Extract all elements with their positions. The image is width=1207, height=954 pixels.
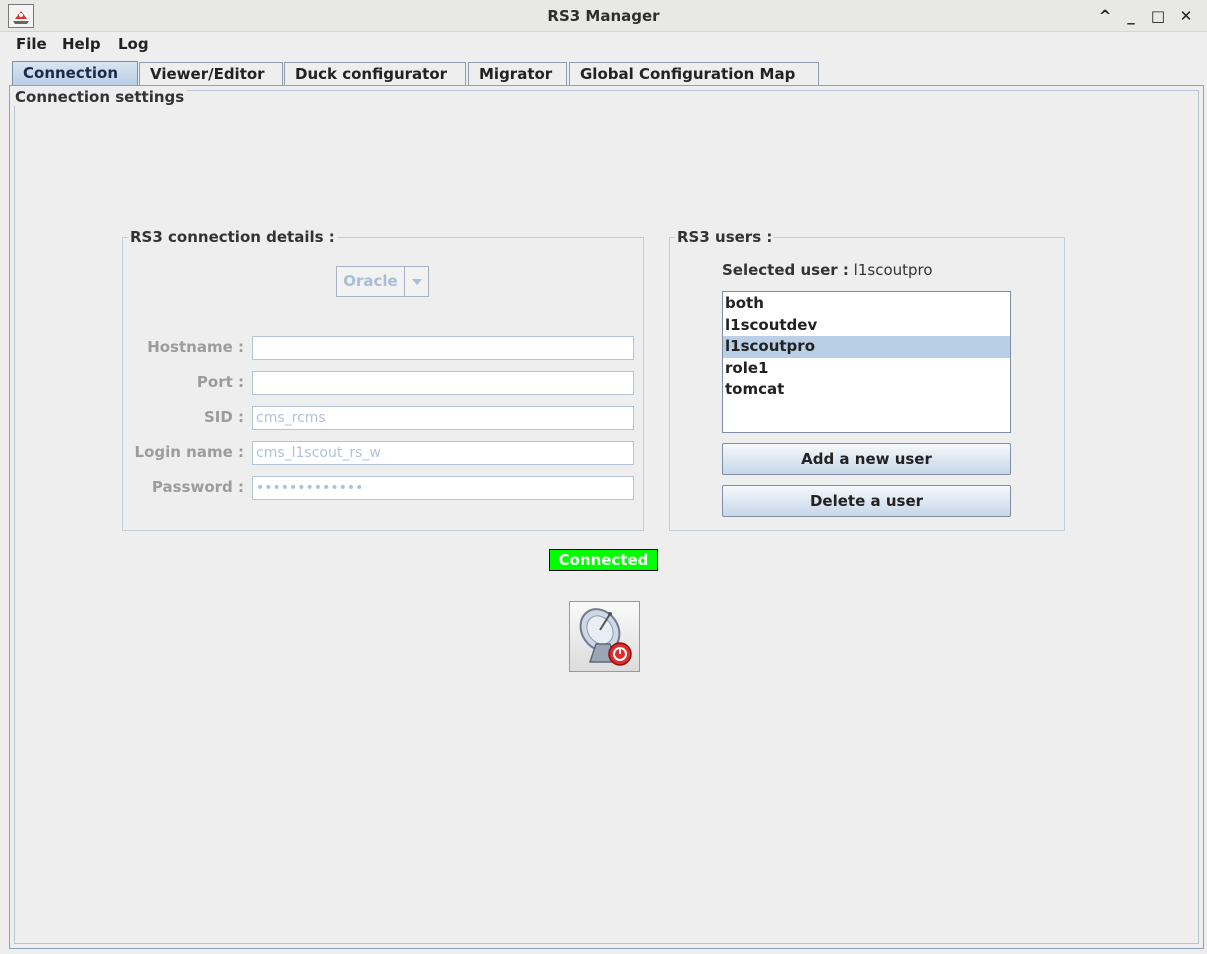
title-bar: RS3 Manager ^ _ □ ✕ <box>0 0 1207 32</box>
tab-duck-configurator[interactable]: Duck configurator <box>284 62 466 86</box>
chevron-down-icon[interactable] <box>406 267 428 296</box>
menu-bar: File Help Log <box>0 33 1207 57</box>
delete-user-button[interactable]: Delete a user <box>722 485 1011 517</box>
db-type-combo[interactable]: Oracle <box>336 266 429 297</box>
list-item[interactable]: role1 <box>723 358 1010 380</box>
list-item[interactable]: tomcat <box>723 379 1010 401</box>
window-shade-button[interactable]: ^ <box>1094 5 1116 27</box>
password-label: Password : <box>151 478 244 496</box>
port-label: Port : <box>196 373 244 391</box>
tab-global-configuration-map[interactable]: Global Configuration Map <box>569 62 819 86</box>
selected-user-value: l1scoutpro <box>853 261 933 279</box>
tab-strip: Connection Viewer/Editor Duck configurat… <box>0 61 1207 87</box>
connection-details-title: RS3 connection details : <box>128 228 337 246</box>
add-user-button[interactable]: Add a new user <box>722 443 1011 475</box>
selected-user-label: Selected user : <box>722 261 849 279</box>
menu-help[interactable]: Help <box>62 35 101 53</box>
list-item[interactable]: both <box>723 293 1010 315</box>
hostname-input[interactable] <box>252 336 634 360</box>
menu-file[interactable]: File <box>16 35 47 53</box>
window-minimize-button[interactable]: _ <box>1120 5 1142 27</box>
window-title: RS3 Manager <box>547 7 660 25</box>
tab-viewer-editor[interactable]: Viewer/Editor <box>139 62 283 86</box>
selected-user-row: Selected user : l1scoutpro <box>722 261 933 279</box>
db-type-value: Oracle <box>337 267 405 296</box>
sid-label: SID : <box>203 408 244 426</box>
tab-migrator[interactable]: Migrator <box>468 62 567 86</box>
menu-log[interactable]: Log <box>118 35 149 53</box>
list-item[interactable]: l1scoutdev <box>723 315 1010 337</box>
list-item-selected[interactable]: l1scoutpro <box>723 336 1010 358</box>
login-name-input[interactable] <box>252 441 634 465</box>
login-name-label: Login name : <box>134 443 244 461</box>
connection-settings-title: Connection settings <box>12 88 188 106</box>
satellite-dish-disconnect-icon <box>570 608 639 674</box>
window-maximize-button[interactable]: □ <box>1147 5 1169 27</box>
hostname-label: Hostname : <box>147 338 244 356</box>
password-input[interactable] <box>252 476 634 500</box>
disconnect-button[interactable] <box>569 601 640 672</box>
user-list[interactable]: both l1scoutdev l1scoutpro role1 tomcat <box>722 291 1011 433</box>
port-input[interactable] <box>252 371 634 395</box>
users-title: RS3 users : <box>675 228 775 246</box>
tab-connection[interactable]: Connection <box>12 61 138 87</box>
window-close-button[interactable]: ✕ <box>1175 5 1197 27</box>
sid-input[interactable] <box>252 406 634 430</box>
connection-status-badge: Connected <box>549 549 658 571</box>
